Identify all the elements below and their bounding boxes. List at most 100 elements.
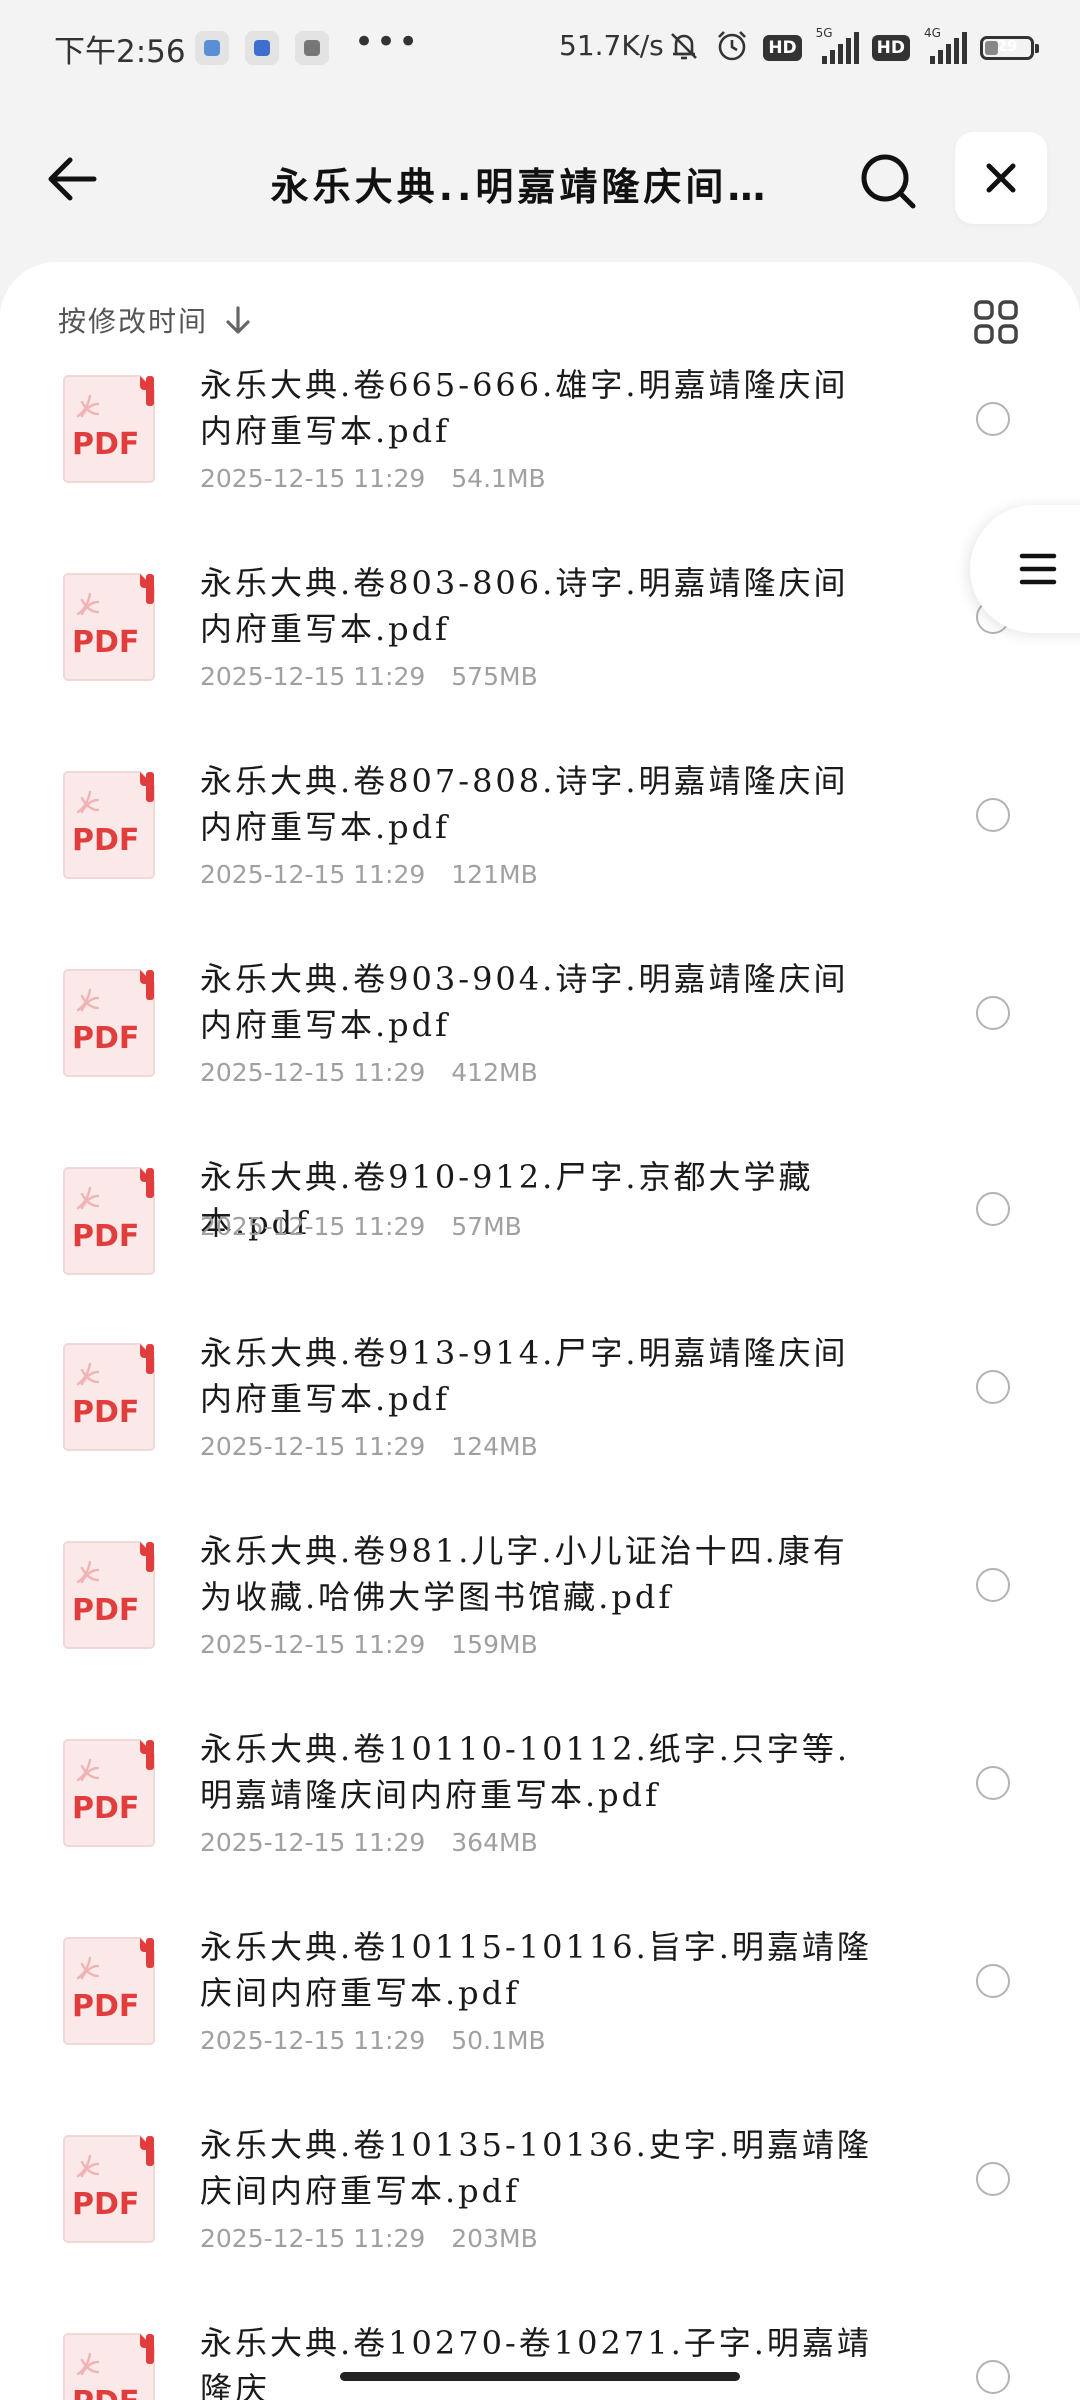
select-radio-button[interactable] — [976, 1766, 1010, 1800]
hd-badge-2: HD — [871, 35, 910, 61]
file-meta: 2025-12-15 11:29 50.1MB — [200, 2026, 546, 2055]
file-date: 2025-12-15 11:29 — [200, 1058, 426, 1087]
file-size: 124MB — [451, 1432, 538, 1461]
pdf-icon-label: PDF — [72, 1593, 139, 1628]
select-radio-button[interactable] — [976, 402, 1010, 436]
pdf-icon-label: PDF — [72, 427, 139, 462]
file-date: 2025-12-15 11:29 — [200, 2224, 426, 2253]
file-list-item[interactable]: PDF 永乐大典.卷10270-卷10271.子字.明嘉靖隆庆 — [0, 2318, 1080, 2400]
pdf-file-icon: PDF — [63, 1167, 155, 1275]
pdf-file-icon: PDF — [63, 1541, 155, 1649]
file-list-item[interactable]: PDF 永乐大典.卷981.儿字.小儿证治十四.康有为收藏.哈佛大学图书馆藏.p… — [0, 1526, 1080, 1724]
pdf-icon-label: PDF — [72, 1791, 139, 1826]
file-size: 364MB — [451, 1828, 538, 1857]
signal-icon: 5G — [816, 26, 859, 64]
grid-view-button[interactable] — [972, 298, 1020, 346]
file-name: 永乐大典.卷10270-卷10271.子字.明嘉靖隆庆 — [200, 2324, 872, 2400]
file-list-item[interactable]: PDF 永乐大典.卷903-904.诗字.明嘉靖隆庆间内府重写本.pdf 202… — [0, 954, 1080, 1152]
file-list-item[interactable]: PDF 永乐大典.卷803-806.诗字.明嘉靖隆庆间内府重写本.pdf 202… — [0, 558, 1080, 756]
sort-control[interactable]: 按修改时间 — [58, 300, 254, 340]
file-meta: 2025-12-15 11:29 57MB — [200, 1212, 522, 1241]
file-date: 2025-12-15 11:29 — [200, 2026, 426, 2055]
file-meta: 2025-12-15 11:29 54.1MB — [200, 464, 546, 493]
select-radio-button[interactable] — [976, 1192, 1010, 1226]
status-icons: HD 5G HD 4G 29 — [667, 26, 1039, 67]
file-list-item[interactable]: PDF 永乐大典.卷10115-10116.旨字.明嘉靖隆庆间内府重写本.pdf… — [0, 1922, 1080, 2120]
select-radio-button[interactable] — [976, 1370, 1010, 1404]
network-type-2: 4G — [924, 26, 941, 40]
file-size: 54.1MB — [451, 464, 546, 493]
search-icon — [861, 154, 916, 209]
select-radio-button[interactable] — [976, 996, 1010, 1030]
file-date: 2025-12-15 11:29 — [200, 860, 426, 889]
alarm-icon — [715, 29, 749, 67]
select-radio-button[interactable] — [976, 1964, 1010, 1998]
file-list-item[interactable]: PDF 永乐大典.卷910-912.尸字.京都大学藏本.pdf 2025-12-… — [0, 1152, 1080, 1328]
file-name: 永乐大典.卷903-904.诗字.明嘉靖隆庆间内府重写本.pdf — [200, 960, 849, 1044]
pdf-file-icon: PDF — [63, 573, 155, 681]
file-list-item[interactable]: PDF 永乐大典.卷10135-10136.史字.明嘉靖隆庆间内府重写本.pdf… — [0, 2120, 1080, 2318]
file-list-item[interactable]: PDF 永乐大典.卷913-914.尸字.明嘉靖隆庆间内府重写本.pdf 202… — [0, 1328, 1080, 1526]
file-list: PDF 永乐大典.卷665-666.雄字.明嘉靖隆庆间内府重写本.pdf 202… — [0, 360, 1080, 2400]
pdf-file-icon: PDF — [63, 969, 155, 1077]
file-name: 永乐大典.卷10135-10136.史字.明嘉靖隆庆间内府重写本.pdf — [200, 2126, 872, 2210]
file-date: 2025-12-15 11:29 — [200, 1630, 426, 1659]
network-speed: 51.7K/s — [559, 29, 664, 62]
sort-label: 按修改时间 — [58, 305, 209, 338]
mute-bell-icon — [667, 29, 701, 67]
file-meta: 2025-12-15 11:29 412MB — [200, 1058, 538, 1087]
file-list-item[interactable]: PDF 永乐大典.卷807-808.诗字.明嘉靖隆庆间内府重写本.pdf 202… — [0, 756, 1080, 954]
select-radio-button[interactable] — [976, 798, 1010, 832]
sort-down-arrow-icon — [226, 306, 250, 334]
file-meta: 2025-12-15 11:29 203MB — [200, 2224, 538, 2253]
file-browser-panel: 按修改时间 PDF 永乐大典.卷665-666.雄字.明嘉靖隆庆间内府重写本.p… — [0, 262, 1080, 2400]
app-notification-icon — [195, 31, 229, 65]
close-button[interactable] — [955, 132, 1047, 224]
pdf-icon-label: PDF — [72, 625, 139, 660]
file-name: 永乐大典.卷913-914.尸字.明嘉靖隆庆间内府重写本.pdf — [200, 1334, 849, 1418]
app-header: 永乐大典..明嘉靖隆庆间… — [0, 96, 1080, 260]
file-name: 永乐大典.卷803-806.诗字.明嘉靖隆庆间内府重写本.pdf — [200, 564, 849, 648]
hd-badge-1: HD — [763, 35, 802, 61]
message-notification-icon — [245, 31, 279, 65]
status-bar: 下午2:56 ••• 51.7K/s HD 5G HD 4G 29 — [0, 0, 1080, 96]
file-name: 永乐大典.卷10115-10116.旨字.明嘉靖隆庆间内府重写本.pdf — [200, 1928, 872, 2012]
file-date: 2025-12-15 11:29 — [200, 662, 426, 691]
file-size: 57MB — [451, 1212, 522, 1241]
select-radio-button[interactable] — [976, 2360, 1010, 2394]
select-radio-button[interactable] — [976, 2162, 1010, 2196]
pdf-file-icon: PDF — [63, 2333, 155, 2400]
battery-percentage: 29 — [996, 37, 1018, 55]
file-meta: 2025-12-15 11:29 124MB — [200, 1432, 538, 1461]
file-size: 159MB — [451, 1630, 538, 1659]
pdf-file-icon: PDF — [63, 771, 155, 879]
back-arrow-icon — [48, 157, 97, 201]
back-button[interactable] — [40, 146, 106, 212]
pdf-file-icon: PDF — [63, 2135, 155, 2243]
file-name: 永乐大典.卷981.儿字.小儿证治十四.康有为收藏.哈佛大学图书馆藏.pdf — [200, 1532, 848, 1616]
file-size: 412MB — [451, 1058, 538, 1087]
battery-icon: 29 — [980, 36, 1039, 60]
file-meta: 2025-12-15 11:29 121MB — [200, 860, 538, 889]
pdf-icon-label: PDF — [72, 2385, 139, 2400]
pdf-file-icon: PDF — [63, 1343, 155, 1451]
pdf-icon-label: PDF — [72, 1021, 139, 1056]
home-indicator[interactable] — [340, 2372, 740, 2381]
pdf-icon-label: PDF — [72, 1989, 139, 2024]
file-list-item[interactable]: PDF 永乐大典.卷10110-10112.纸字.只字等.明嘉靖隆庆间内府重写本… — [0, 1724, 1080, 1922]
file-date: 2025-12-15 11:29 — [200, 1212, 426, 1241]
search-button[interactable] — [855, 148, 921, 214]
file-list-item[interactable]: PDF 永乐大典.卷665-666.雄字.明嘉靖隆庆间内府重写本.pdf 202… — [0, 360, 1080, 558]
network-type-1: 5G — [815, 26, 833, 40]
select-radio-button[interactable] — [976, 1568, 1010, 1602]
pdf-icon-label: PDF — [72, 1219, 139, 1254]
pdf-file-icon: PDF — [63, 1739, 155, 1847]
file-meta: 2025-12-15 11:29 575MB — [200, 662, 538, 691]
more-notifications-indicator: ••• — [354, 22, 421, 62]
page-title: 永乐大典..明嘉靖隆庆间… — [270, 165, 770, 209]
pdf-icon-label: PDF — [72, 2187, 139, 2222]
file-date: 2025-12-15 11:29 — [200, 1432, 426, 1461]
pdf-icon-label: PDF — [72, 823, 139, 858]
pdf-file-icon: PDF — [63, 1937, 155, 2045]
file-date: 2025-12-15 11:29 — [200, 464, 426, 493]
